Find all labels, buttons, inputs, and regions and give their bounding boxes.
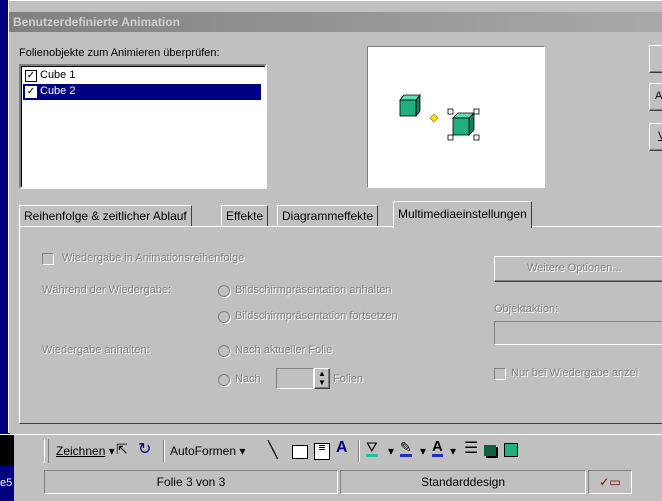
tab-effects[interactable]: Effekte [221, 205, 269, 227]
host-edge-icon [0, 435, 14, 467]
dialog-title: Benutzerdefinierte Animation [13, 15, 180, 29]
drawing-toolbar: Zeichnen ▾ ⇱ ↻ AutoFormen ▾ ╲ ≣ A ⛛ ▾ ✎ … [0, 434, 662, 467]
slides-count-input[interactable] [276, 368, 314, 389]
draw-label: Zeichnen [56, 444, 106, 458]
list-item-cube-1[interactable]: ✓ Cube 1 [23, 68, 261, 84]
spellcheck-icon[interactable]: ✓▭ [588, 470, 632, 494]
textbox-tool-icon[interactable]: ≣ [314, 443, 330, 460]
shadow-icon[interactable] [484, 445, 496, 456]
after-label: Nach [235, 373, 261, 385]
cube-2-shape [447, 108, 480, 141]
tab-chart-effects[interactable]: Diagrammeffekte [277, 205, 379, 227]
free-rotate-icon[interactable]: ↻ [138, 439, 151, 459]
button-label: A [655, 90, 662, 102]
after-n-slides-radio[interactable] [218, 374, 230, 386]
status-bar: e5 Folie 3 von 3 Standarddesign ✓▭ [0, 466, 662, 501]
play-in-order-label: Wiedergabe in Animationsreihenfolge [62, 252, 245, 264]
preview-button[interactable]: V [649, 123, 662, 151]
checkbox-cube-1[interactable]: ✓ [25, 70, 37, 82]
continue-presentation-radio[interactable] [218, 311, 230, 323]
autoshapes-menu-button[interactable]: AutoFormen ▾ [170, 444, 245, 458]
font-color-dropdown-icon[interactable]: ▾ [450, 444, 456, 458]
tab-order-timing[interactable]: Reihenfolge & zeitlicher Ablauf [19, 205, 192, 227]
draw-menu-button[interactable]: Zeichnen ▾ [56, 444, 115, 458]
tab-multimedia-settings[interactable]: Multimediaeinstellungen [393, 201, 532, 228]
more-options-label: Weitere Optionen... [527, 262, 622, 274]
cancel-button[interactable]: A [649, 83, 662, 111]
cube-1-shape [399, 93, 421, 118]
play-in-order-checkbox[interactable] [42, 253, 54, 265]
font-color-icon[interactable]: A [432, 439, 443, 457]
dialog-top-edge [9, 1, 662, 12]
3d-icon[interactable] [504, 443, 518, 457]
object-action-label: Objektaktion: [494, 303, 559, 315]
select-arrow-icon[interactable]: ⇱ [116, 441, 128, 458]
slide-preview [367, 46, 545, 188]
fill-color-dropdown-icon[interactable]: ▾ [388, 444, 394, 458]
slides-label: Folien [333, 373, 363, 385]
line-tool-icon[interactable]: ╲ [268, 440, 278, 460]
stepper-up-icon[interactable]: ▲ [315, 369, 329, 378]
only-when-playing-checkbox[interactable] [494, 368, 506, 380]
only-when-playing-label: Nur bei Wiedergabe anzei [511, 367, 639, 379]
objects-label: Folienobjekte zum Animieren überprüfen: [19, 47, 220, 59]
after-current-slide-label: Nach aktueller Folie [235, 344, 333, 356]
toolbar-grip [44, 439, 49, 463]
multimedia-settings-panel: Wiedergabe in Animationsreihenfolge Währ… [19, 226, 662, 424]
line-color-icon[interactable]: ✎ [400, 440, 412, 457]
slides-count-stepper[interactable]: ▲ ▼ [314, 368, 330, 389]
rectangle-tool-icon[interactable] [292, 445, 308, 459]
host-edge-text: e5 [0, 477, 13, 489]
toolbar-separator [163, 440, 164, 462]
continue-presentation-label: Bildschirmpräsentation fortsetzen [235, 310, 398, 322]
list-item-label: Cube 1 [40, 69, 76, 81]
object-action-select[interactable] [494, 321, 662, 345]
after-current-slide-radio[interactable] [218, 345, 230, 357]
slide-indicator: Folie 3 von 3 [44, 470, 338, 494]
pause-presentation-label: Bildschirmpräsentation anhalten [235, 284, 392, 296]
fill-color-icon[interactable]: ⛛ [366, 440, 378, 457]
tab-label: Multimediaeinstellungen [398, 207, 527, 221]
slide-indicator-text: Folie 3 von 3 [156, 475, 226, 489]
design-indicator-text: Standarddesign [420, 475, 506, 489]
objects-list[interactable]: ✓ Cube 1 ✓ Cube 2 [19, 64, 267, 189]
checkbox-cube-2[interactable]: ✓ [25, 86, 37, 98]
design-indicator: Standarddesign [340, 470, 586, 494]
ok-button[interactable] [649, 45, 662, 73]
list-item-cube-2[interactable]: ✓ Cube 2 [23, 84, 261, 100]
stepper-down-icon[interactable]: ▼ [315, 378, 329, 387]
button-label: V [658, 130, 662, 142]
more-options-button[interactable]: Weitere Optionen... [494, 256, 662, 282]
wordart-icon[interactable]: A [336, 439, 348, 457]
motion-diamond [429, 113, 439, 123]
during-playback-label: Während der Wiedergabe: [42, 284, 172, 296]
tab-label: Reihenfolge & zeitlicher Ablauf [24, 209, 187, 223]
tab-label: Effekte [226, 209, 264, 223]
host-edge-label: e5 [0, 466, 14, 501]
dialog-titlebar: Benutzerdefinierte Animation [9, 12, 662, 32]
autoshapes-label: AutoFormen [170, 444, 237, 458]
pause-presentation-radio[interactable] [218, 285, 230, 297]
stop-playback-label: Wiedergabe anhalten: [42, 344, 150, 356]
custom-animation-dialog: Benutzerdefinierte Animation Folienobjek… [8, 0, 662, 433]
list-item-label: Cube 2 [40, 85, 76, 97]
line-color-dropdown-icon[interactable]: ▾ [420, 444, 426, 458]
tab-label: Diagrammeffekte [282, 209, 374, 223]
cubes-preview-image [399, 93, 480, 141]
line-style-icon[interactable]: ☰ [464, 438, 478, 458]
toolbar-separator [358, 440, 359, 462]
